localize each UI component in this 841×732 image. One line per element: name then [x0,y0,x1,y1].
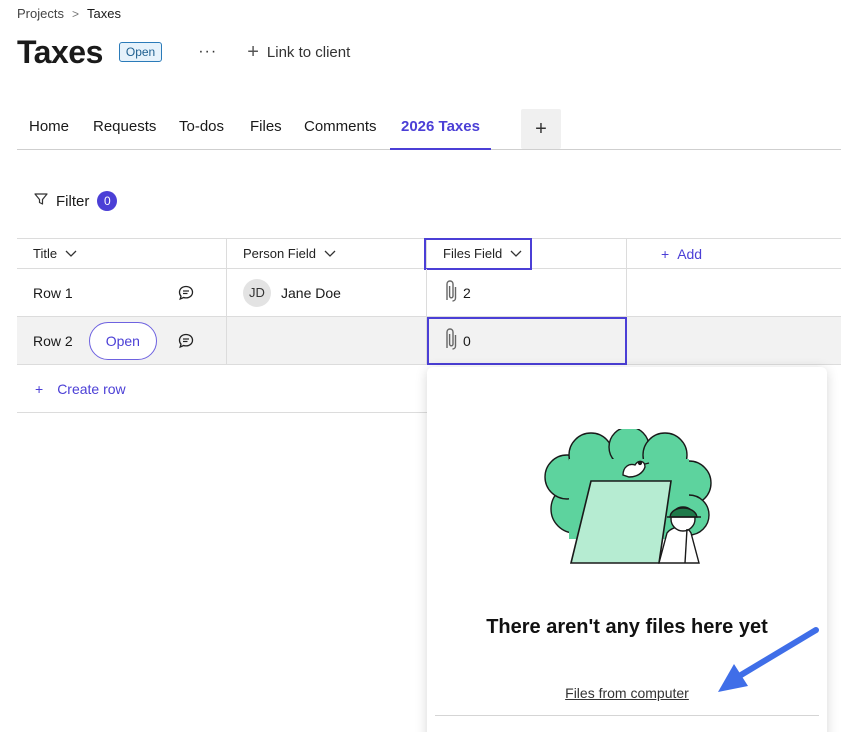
column-header-title[interactable]: Title [17,239,227,268]
title-row: Taxes Open ··· + Link to client [17,32,350,72]
page-title: Taxes [17,33,103,70]
filter-icon [34,192,48,210]
empty-files-illustration [544,429,712,564]
focus-outline [424,238,532,270]
table-row[interactable]: Row 2 Open 0 [17,317,841,365]
filter-count-badge: 0 [97,191,118,211]
add-column-cell: + Add [627,239,841,268]
tab-todos[interactable]: To-dos [179,108,224,150]
column-header-files-field[interactable]: Files Field [424,238,627,270]
person-cell[interactable] [227,317,427,364]
files-count: 2 [463,284,471,301]
person-cell[interactable]: JD Jane Doe [227,269,427,316]
plus-icon: + [247,41,259,63]
tab-requests[interactable]: Requests [93,108,156,150]
person-name: Jane Doe [281,284,341,301]
avatar: JD [243,278,271,307]
title-cell[interactable]: Row 2 Open [17,317,227,364]
column-header-label: Title [33,246,58,261]
row-title: Row 1 [33,284,73,301]
title-cell[interactable]: Row 1 [17,269,227,316]
add-column-button[interactable]: + Add [661,246,702,262]
annotation-arrow-icon [718,627,819,692]
tab-2026-taxes[interactable]: 2026 Taxes [390,108,491,150]
empty-cell [627,317,841,364]
comment-icon[interactable] [178,333,194,352]
tab-comments[interactable]: Comments [304,108,377,150]
create-row-button[interactable]: + Create row [17,365,427,413]
chevron-down-icon[interactable] [65,250,77,258]
breadcrumb: Projects > Taxes [17,6,121,21]
files-cell[interactable]: 2 [427,269,627,316]
tab-files[interactable]: Files [250,108,282,150]
breadcrumb-separator: > [71,6,79,21]
create-row-label: Create row [57,380,126,397]
filter-label: Filter [56,192,90,210]
column-header-person-field[interactable]: Person Field [227,239,427,268]
breadcrumb-projects-link[interactable]: Projects [17,6,64,21]
table-header-row: Title Person Field Files Field + Add [17,238,841,270]
open-row-button[interactable]: Open [88,321,157,360]
paperclip-icon [443,280,459,305]
add-column-label: Add [677,245,703,262]
breadcrumb-current: Taxes [86,6,121,21]
divider [435,715,819,716]
tab-home[interactable]: Home [29,108,69,150]
table-row[interactable]: Row 1 JD Jane Doe 2 [17,269,841,317]
row-title: Row 2 [33,332,73,349]
plus-icon: + [661,245,670,262]
plus-icon: + [35,380,44,397]
chevron-down-icon[interactable] [324,250,336,258]
files-cell[interactable]: 0 [427,317,627,365]
link-to-client-label: Link to client [266,43,351,61]
filter-button[interactable]: Filter 0 [34,191,118,211]
link-to-client-button[interactable]: + Link to client [247,42,350,62]
empty-cell [627,269,841,316]
more-options-button[interactable]: ··· [198,43,217,61]
focus-outline [427,317,627,365]
tab-bar: Home Requests To-dos Files Comments 2026… [17,108,841,150]
files-value: 2 [443,280,471,305]
add-tab-button[interactable]: + [521,109,561,149]
column-header-label: Person Field [243,246,316,261]
status-badge[interactable]: Open [118,42,163,62]
comment-icon[interactable] [178,285,194,304]
